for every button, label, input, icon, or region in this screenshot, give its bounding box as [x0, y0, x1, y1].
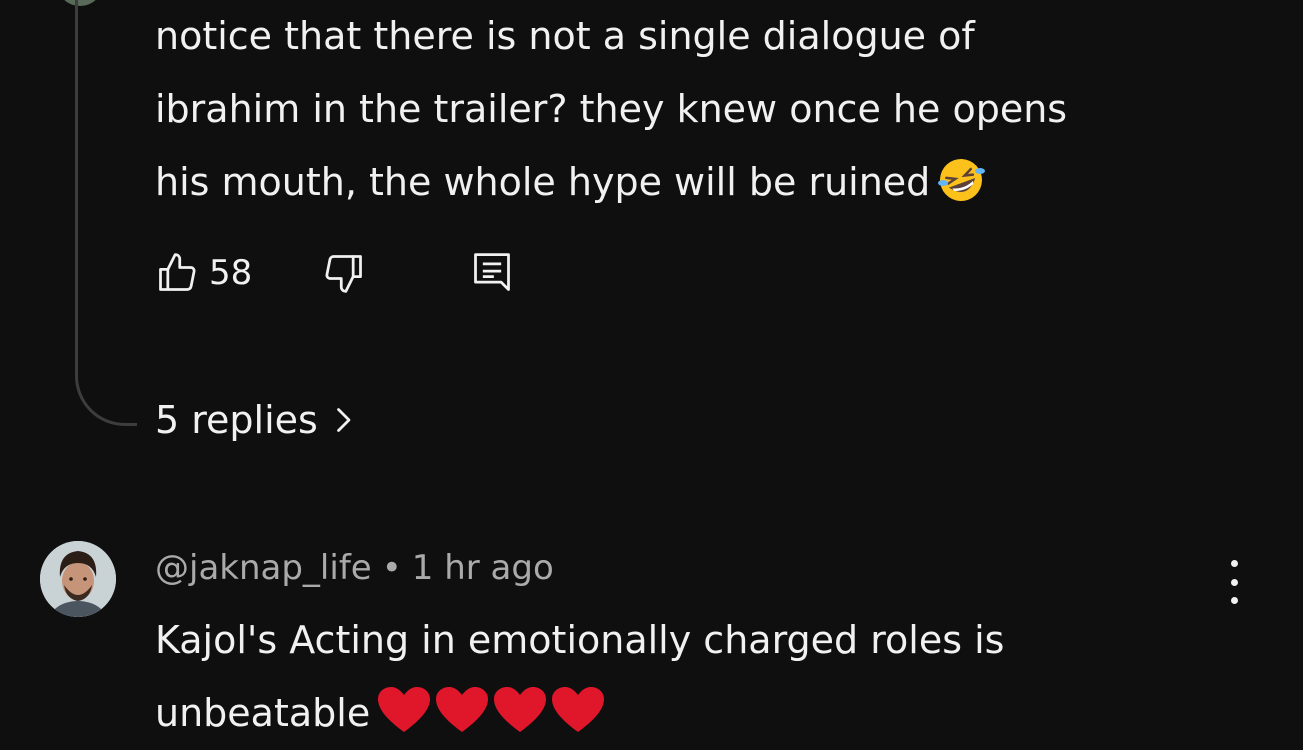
reply-button[interactable] [470, 249, 514, 297]
avatar[interactable] [40, 541, 116, 617]
kebab-dot [1230, 578, 1238, 586]
kebab-dot [1230, 560, 1238, 567]
comment-line: ibrahim in the trailer? they knew once h… [155, 87, 1068, 131]
comment-line: his mouth, the whole hype will be ruined [155, 160, 931, 204]
comment-text: notice that there is not a single dialog… [155, 0, 1155, 219]
comment-line-last: unbeatable [155, 677, 1215, 750]
thumbs-up-icon [159, 253, 196, 291]
heart-emoji-icon [378, 687, 605, 732]
more-options-button[interactable] [1222, 560, 1246, 604]
view-replies-button[interactable]: 5 replies [155, 398, 354, 442]
comment-text: Kajol's Acting in emotionally charged ro… [155, 604, 1215, 750]
comment-actions: 58 [155, 245, 514, 301]
comment-line: unbeatable [155, 691, 371, 735]
like-count: 58 [209, 253, 253, 293]
comment-line: notice that there is not a single dialog… [155, 14, 975, 58]
dislike-button[interactable] [322, 251, 366, 295]
thread-line [75, 0, 137, 426]
kebab-dot [1230, 597, 1238, 604]
reply-comment-icon [474, 253, 511, 291]
thumbs-down-icon [325, 255, 363, 293]
chevron-right-icon [336, 408, 351, 432]
replies-label: 5 replies [155, 398, 318, 442]
author-handle[interactable]: @jaknap_life [155, 548, 372, 588]
user-avatar-icon [40, 541, 116, 617]
like-button[interactable] [155, 251, 199, 295]
comment-meta: @jaknap_life • 1 hr ago [155, 548, 554, 588]
meta-separator: • [381, 548, 402, 588]
comment-line-last: his mouth, the whole hype will be ruined [155, 146, 1155, 219]
rofl-emoji-icon [938, 159, 986, 201]
timestamp: 1 hr ago [411, 548, 554, 588]
comment-line: Kajol's Acting in emotionally charged ro… [155, 618, 1005, 662]
